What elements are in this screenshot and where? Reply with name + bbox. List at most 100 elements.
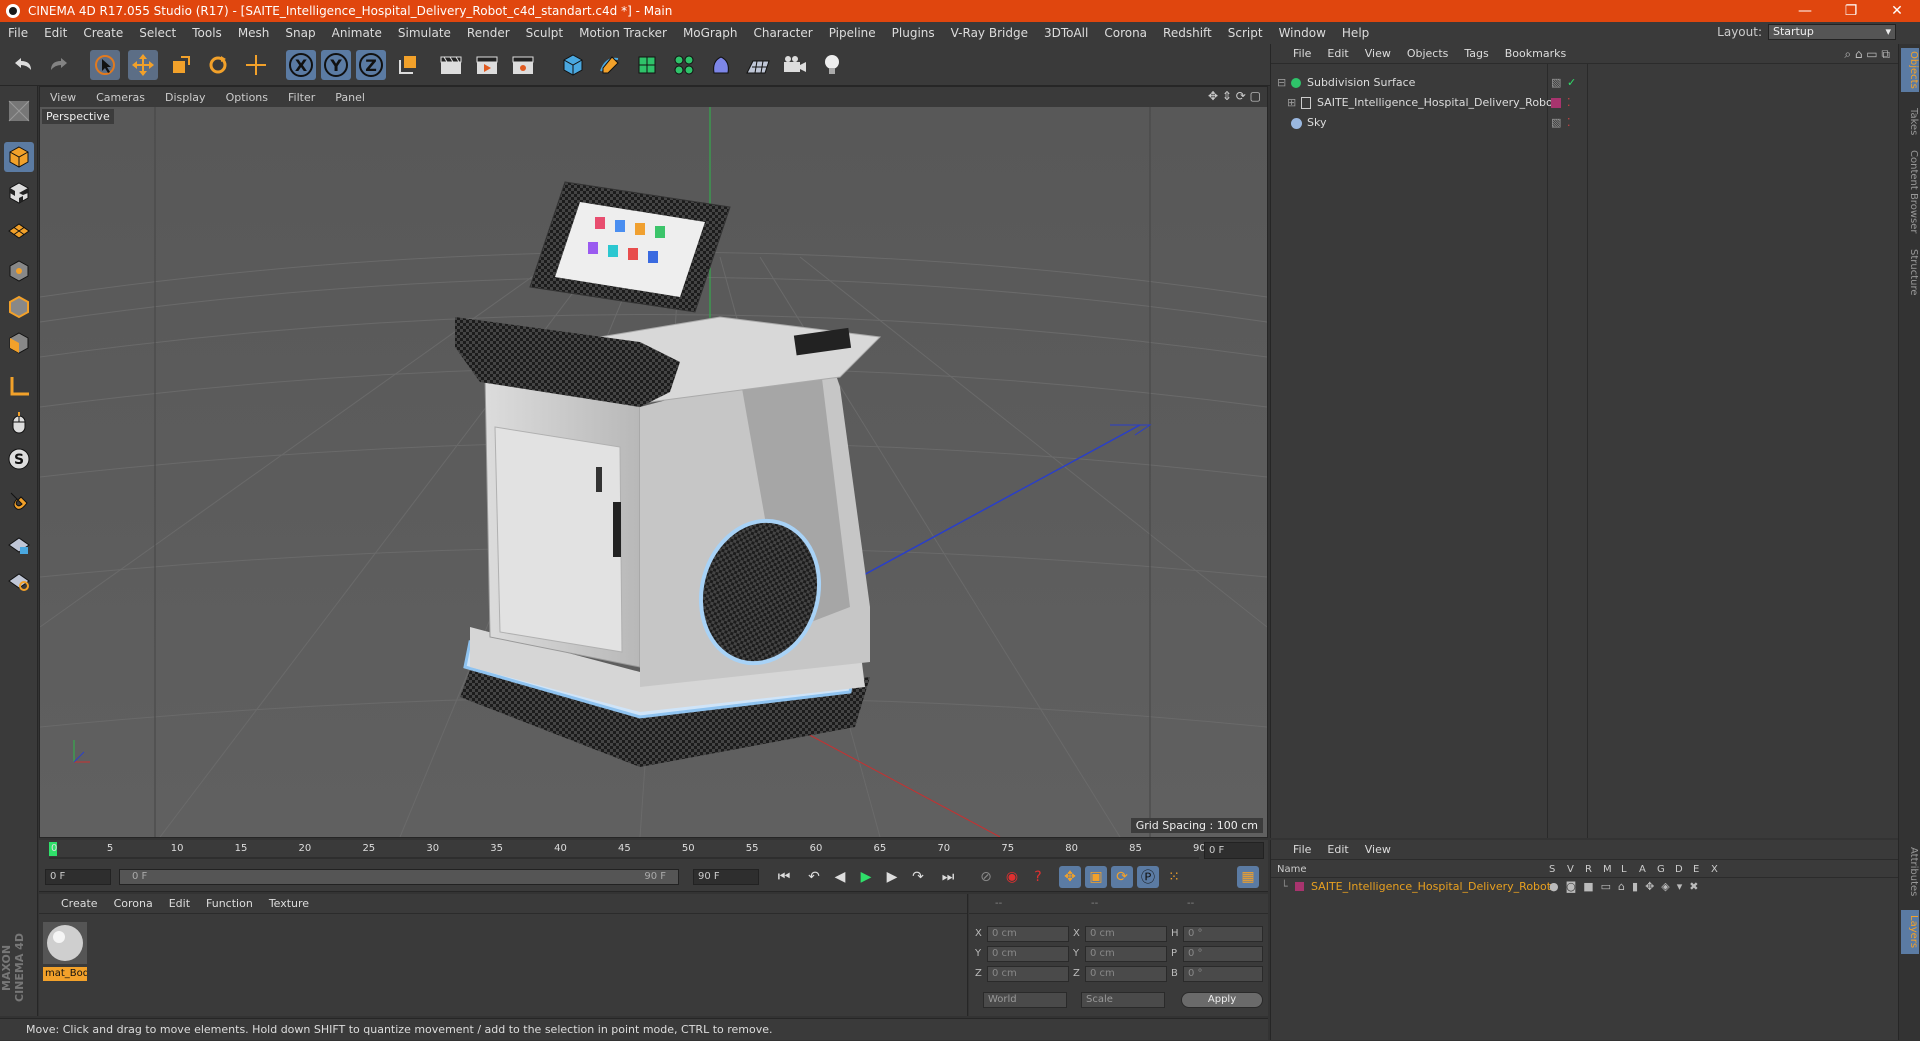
z-axis-lock[interactable]: Z xyxy=(356,50,386,80)
menu-animate[interactable]: Animate xyxy=(324,26,390,40)
add-spline-button[interactable] xyxy=(595,50,625,80)
axis-mode-button[interactable] xyxy=(4,372,34,402)
render-view-button[interactable] xyxy=(436,50,466,80)
viewport-nav-icons[interactable]: ✥ ⇕ ⟳ ▢ xyxy=(1208,89,1261,103)
visibility-dots-icon[interactable]: ⁚ xyxy=(1567,114,1571,132)
menu-plugins[interactable]: Plugins xyxy=(884,26,943,40)
points-mode-button[interactable] xyxy=(4,256,34,286)
model-mode-button[interactable] xyxy=(4,142,34,172)
layer-toggle-icons[interactable]: ●◙■▭⌂▮✥◈▾✖ xyxy=(1549,878,1706,896)
go-to-start-button[interactable]: ⏮ xyxy=(773,866,795,888)
play-button[interactable]: ▶ xyxy=(855,866,877,888)
point-level-key-toggle[interactable]: ⁙ xyxy=(1163,866,1185,888)
object-row-sky[interactable]: Sky ▧ ⁚ xyxy=(1271,114,1898,132)
scale-key-toggle[interactable]: ▣ xyxy=(1085,866,1107,888)
menu-script[interactable]: Script xyxy=(1220,26,1271,40)
material-menu-create[interactable]: Create xyxy=(39,897,106,910)
menu-pipeline[interactable]: Pipeline xyxy=(821,26,884,40)
make-editable-button[interactable] xyxy=(4,96,34,126)
x-axis-lock[interactable]: X xyxy=(286,50,316,80)
position-key-toggle[interactable]: ✥ xyxy=(1059,866,1081,888)
texture-mode-button[interactable] xyxy=(4,178,34,208)
layer-color-swatch[interactable] xyxy=(1295,882,1304,891)
visibility-dots-icon[interactable]: ⁚ xyxy=(1567,94,1571,112)
menu-redshift[interactable]: Redshift xyxy=(1155,26,1220,40)
tab-layers[interactable]: Layers xyxy=(1901,910,1919,954)
size-y-field[interactable]: 0 cm xyxy=(1085,946,1167,962)
menu-character[interactable]: Character xyxy=(745,26,820,40)
y-axis-lock[interactable]: Y xyxy=(321,50,351,80)
material-menu-function[interactable]: Function xyxy=(198,897,261,910)
menu-vray-bridge[interactable]: V-Ray Bridge xyxy=(943,26,1036,40)
layer-color-swatch[interactable] xyxy=(1551,98,1561,108)
apply-button[interactable]: Apply xyxy=(1181,992,1263,1008)
objects-menu-file[interactable]: File xyxy=(1271,47,1319,60)
add-floor-button[interactable] xyxy=(743,50,773,80)
add-cube-button[interactable] xyxy=(558,50,588,80)
expand-toggle-icon[interactable]: ⊞ xyxy=(1287,94,1296,112)
coordinate-system-button[interactable] xyxy=(393,50,423,80)
menu-snap[interactable]: Snap xyxy=(277,26,323,40)
undo-button[interactable] xyxy=(8,50,38,80)
restore-button[interactable]: ❐ xyxy=(1828,0,1874,22)
menu-3dtoall[interactable]: 3DToAll xyxy=(1036,26,1096,40)
objects-menu-view[interactable]: View xyxy=(1357,47,1399,60)
snap-button[interactable]: S xyxy=(4,444,34,474)
edges-mode-button[interactable] xyxy=(4,292,34,322)
material-menu-texture[interactable]: Texture xyxy=(261,897,317,910)
collapse-toggle-icon[interactable]: ⊟ xyxy=(1277,74,1286,92)
size-mode-select[interactable]: Scale xyxy=(1081,992,1165,1008)
menu-create[interactable]: Create xyxy=(75,26,131,40)
tab-takes[interactable]: Takes xyxy=(1901,104,1919,140)
rot-p-field[interactable]: 0 ° xyxy=(1183,946,1263,962)
tab-attributes[interactable]: Attributes xyxy=(1901,840,1919,904)
end-frame-field[interactable]: 90 F xyxy=(693,869,759,885)
menu-sculpt[interactable]: Sculpt xyxy=(518,26,571,40)
menu-simulate[interactable]: Simulate xyxy=(390,26,459,40)
tab-objects[interactable]: Objects xyxy=(1901,48,1919,92)
menu-mograph[interactable]: MoGraph xyxy=(675,26,746,40)
size-z-field[interactable]: 0 cm xyxy=(1085,966,1167,982)
coordinate-space-select[interactable]: World xyxy=(983,992,1067,1008)
magnet-button[interactable] xyxy=(4,486,34,516)
previous-key-button[interactable]: ↶ xyxy=(803,866,825,888)
layers-menu-edit[interactable]: Edit xyxy=(1319,843,1356,856)
menu-edit[interactable]: Edit xyxy=(36,26,75,40)
timeline-window-button[interactable]: ▦ xyxy=(1237,866,1259,888)
add-deformer-button[interactable] xyxy=(706,50,736,80)
render-settings-button[interactable] xyxy=(508,50,538,80)
viewport-menu-cameras[interactable]: Cameras xyxy=(86,91,155,104)
material-swatch[interactable]: mat_Bod xyxy=(43,922,87,981)
timeline-ruler[interactable]: 0 5 10 15 20 25 30 35 40 45 50 55 60 65 70 75 80 85 90 0 F xyxy=(39,840,1268,862)
current-frame-field[interactable]: 0 F xyxy=(1204,842,1264,859)
start-frame-field[interactable]: 0 F xyxy=(45,869,111,885)
viewport-menu-panel[interactable]: Panel xyxy=(325,91,375,104)
rotation-key-toggle[interactable]: ⟳ xyxy=(1111,866,1133,888)
layer-row-robot[interactable]: └ SAITE_Intelligence_Hospital_Delivery_R… xyxy=(1271,878,1898,896)
add-generator-button[interactable] xyxy=(632,50,662,80)
material-menu-corona[interactable]: Corona xyxy=(106,897,161,910)
objects-menu-edit[interactable]: Edit xyxy=(1319,47,1356,60)
polygons-mode-button[interactable] xyxy=(4,328,34,358)
material-menu-edit[interactable]: Edit xyxy=(161,897,198,910)
pos-z-field[interactable]: 0 cm xyxy=(987,966,1069,982)
next-frame-button[interactable]: ▶ xyxy=(881,866,903,888)
rotate-tool[interactable] xyxy=(203,50,233,80)
menu-file[interactable]: File xyxy=(0,26,36,40)
close-button[interactable]: ✕ xyxy=(1874,0,1920,22)
keyframe-selection-button[interactable]: ? xyxy=(1027,866,1049,888)
rot-b-field[interactable]: 0 ° xyxy=(1183,966,1263,982)
recent-tool[interactable] xyxy=(241,50,271,80)
minimize-button[interactable]: — xyxy=(1782,0,1828,22)
object-manager-tools[interactable]: ⌕ ⌂ ▭ ⧉ xyxy=(1844,47,1890,62)
live-selection-tool[interactable] xyxy=(90,50,120,80)
object-row-robot[interactable]: ⊞ SAITE_Intelligence_Hospital_Delivery_R… xyxy=(1271,94,1898,112)
autokey-button[interactable]: ◉ xyxy=(1001,866,1023,888)
tab-content-browser[interactable]: Content Browser xyxy=(1901,148,1919,236)
parameter-key-toggle[interactable]: Ⓟ xyxy=(1137,866,1159,888)
render-to-picture-viewer-button[interactable] xyxy=(472,50,502,80)
record-button[interactable]: ⊘ xyxy=(975,866,997,888)
layout-select[interactable]: Startup xyxy=(1768,24,1896,40)
menu-help[interactable]: Help xyxy=(1334,26,1377,40)
add-light-button[interactable] xyxy=(817,50,847,80)
